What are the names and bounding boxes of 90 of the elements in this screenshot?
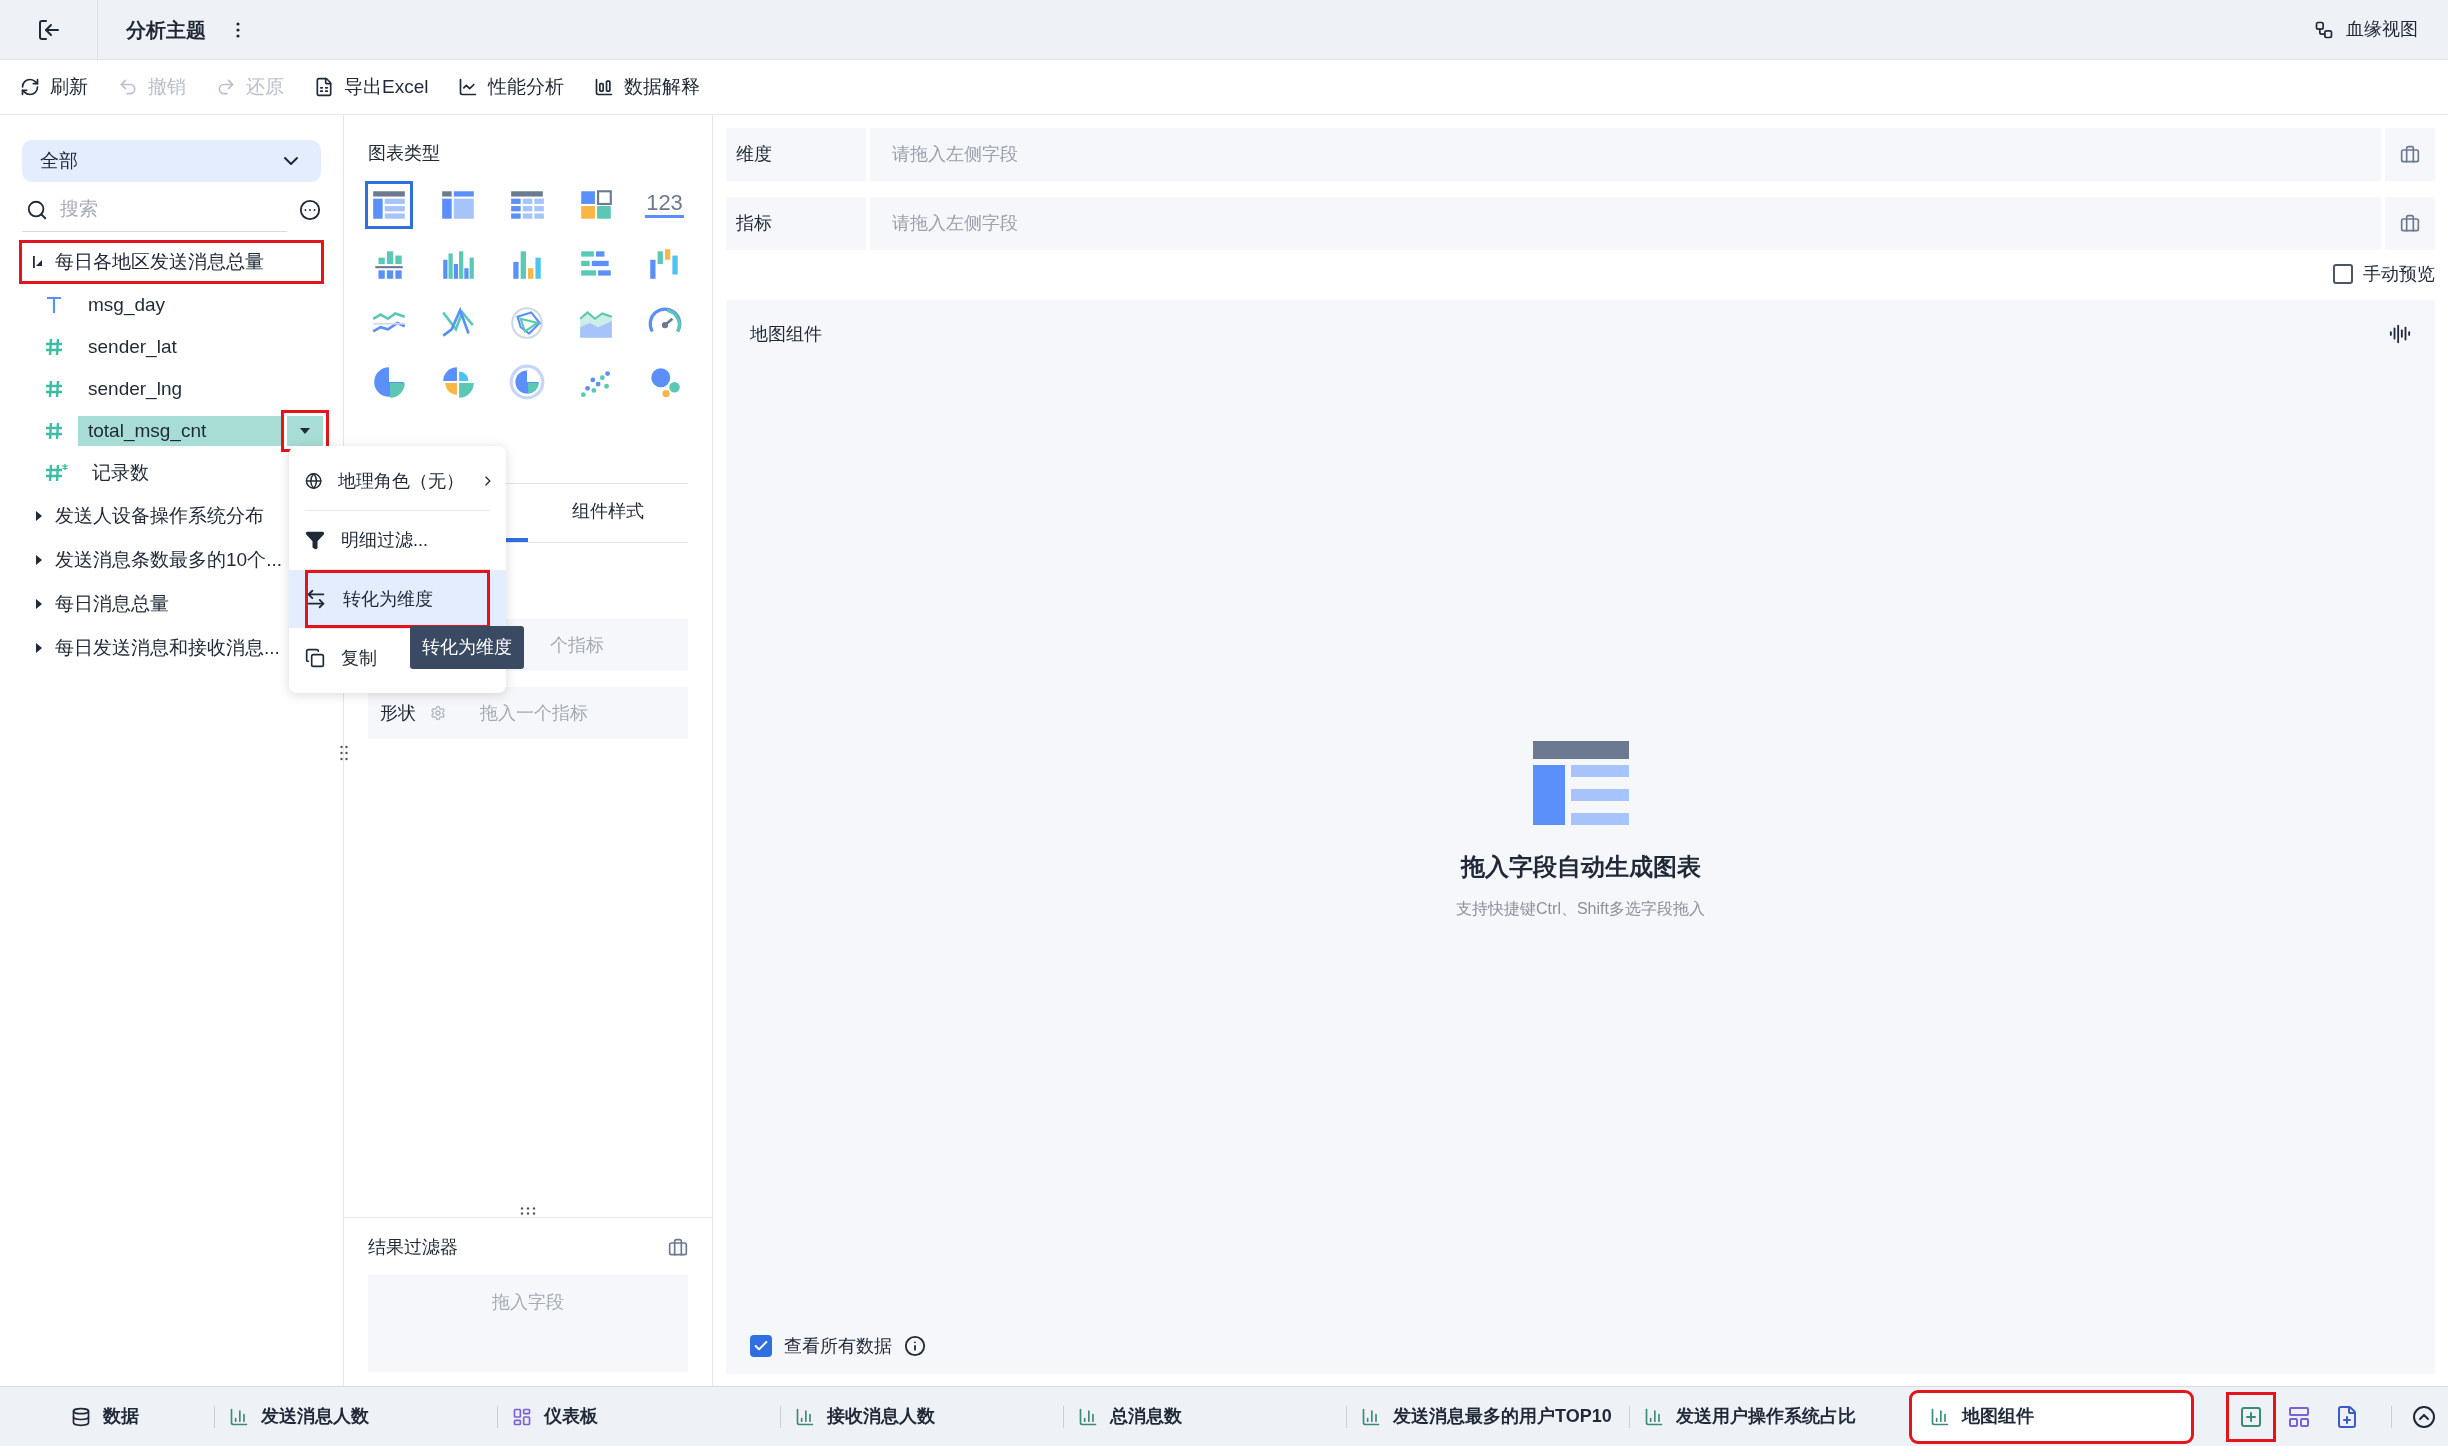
chart-type-button[interactable]: 123: [630, 175, 699, 234]
table-item[interactable]: 每日各地区发送消息总量: [55, 247, 264, 277]
settings-icon: [430, 705, 446, 721]
collapse-button[interactable]: [2412, 1404, 2436, 1429]
field-item[interactable]: total_msg_cnt: [78, 416, 283, 446]
toolbar-button[interactable]: 刷新: [20, 72, 88, 102]
globe-icon: [305, 470, 323, 492]
sheet-tab[interactable]: 仪表板: [512, 1387, 598, 1446]
ellipsis-icon: [299, 199, 321, 221]
menu-item[interactable]: 明细过滤...: [289, 511, 506, 569]
exit-icon: [36, 17, 61, 42]
undo-icon: [118, 77, 138, 97]
checkbox-label: 查看所有数据: [784, 1334, 892, 1358]
chart-icon: [1930, 1406, 1950, 1427]
checkbox[interactable]: [2333, 264, 2353, 284]
table-item[interactable]: 每日消息总量: [55, 589, 169, 619]
sheet-tab[interactable]: 数据: [71, 1387, 139, 1446]
number-type-icon: [44, 337, 64, 357]
more-button[interactable]: [236, 21, 240, 38]
lineage-button[interactable]: 血缘视图: [2314, 16, 2418, 43]
resize-handle[interactable]: [520, 1207, 536, 1215]
add-chart-icon: [2239, 1404, 2263, 1429]
briefcase-icon: [668, 1237, 688, 1258]
chart-icon: [1644, 1406, 1664, 1427]
checkbox[interactable]: [750, 1335, 772, 1357]
chart-icon: [1078, 1406, 1098, 1427]
scope-dropdown[interactable]: 全部: [22, 140, 321, 182]
swap-icon: [305, 588, 327, 610]
bar-chart-icon: [594, 77, 615, 97]
chevron-up-icon: [2412, 1404, 2436, 1429]
shelf-tool-button[interactable]: [2385, 128, 2435, 181]
field-item[interactable]: sender_lng: [78, 374, 327, 404]
dashboard-icon: [512, 1406, 532, 1427]
lineage-icon: [2314, 19, 2334, 40]
toolbar-button[interactable]: 导出Excel: [314, 72, 429, 102]
kebab-icon: [236, 21, 240, 38]
resize-handle[interactable]: [338, 745, 350, 761]
info-icon: [904, 1335, 926, 1357]
search-field[interactable]: 搜索: [60, 195, 210, 224]
add-dashboard-icon: [2287, 1404, 2311, 1429]
more-options-button[interactable]: [299, 199, 321, 221]
number-type-icon: [44, 379, 64, 399]
panel-title: 图表类型: [368, 142, 441, 165]
mark-drop-row[interactable]: 形状 拖入一个指标: [368, 687, 688, 739]
sheet-tab[interactable]: 发送消息人数: [229, 1387, 369, 1446]
sheet-tab[interactable]: 发送用户操作系统占比: [1644, 1387, 1856, 1446]
caret-icon: [300, 428, 310, 434]
checkbox-label: 手动预览: [2363, 262, 2435, 286]
field-item[interactable]: msg_day: [78, 290, 327, 320]
sheet-tab[interactable]: 发送消息最多的用户TOP10: [1361, 1387, 1612, 1446]
chart-settings-icon: [2389, 323, 2411, 345]
text-type-icon: [44, 295, 64, 315]
search-icon: [26, 198, 48, 221]
shelf-label: 指标: [726, 197, 866, 250]
toolbar-button[interactable]: 数据解释: [594, 72, 701, 102]
line-chart-icon: [458, 77, 479, 97]
sheet-tab[interactable]: 地图组件: [1912, 1392, 2191, 1441]
shelf-tool-button[interactable]: [2385, 197, 2435, 250]
refresh-icon: [20, 77, 40, 97]
redo-icon: [216, 77, 236, 97]
table-item[interactable]: 每日发送消息和接收消息...: [55, 633, 280, 663]
chart-icon: [1361, 1406, 1381, 1427]
panel-tab[interactable]: 组件样式: [528, 484, 688, 542]
ring-chart-icon: [507, 362, 546, 401]
filter-icon: [305, 530, 325, 550]
sheet-tab[interactable]: 接收消息人数: [795, 1387, 935, 1446]
chart-icon: [795, 1406, 815, 1427]
add-button[interactable]: [2229, 1394, 2273, 1439]
tooltip: 转化为维度: [410, 626, 524, 669]
field-item[interactable]: sender_lat: [78, 332, 327, 362]
menu-item[interactable]: 地理角色（无）: [289, 452, 506, 510]
empty-title: 拖入字段自动生成图表: [1460, 852, 1701, 882]
empty-hint: 支持快捷键Ctrl、Shift多选字段拖入: [1456, 899, 1705, 919]
shelf-label: 维度: [726, 128, 866, 181]
count-type-icon: [44, 463, 68, 483]
spreadsheet-icon: [314, 77, 334, 97]
table-item[interactable]: 发送人设备操作系统分布: [55, 501, 264, 531]
chart-title: 地图组件: [750, 322, 822, 346]
database-icon: [71, 1406, 91, 1427]
page-title: 分析主题: [126, 17, 206, 43]
briefcase-icon: [2400, 213, 2420, 234]
table-item[interactable]: 发送消息条数最多的10个...: [55, 545, 282, 575]
number-type-icon: [44, 421, 64, 441]
briefcase-icon: [2400, 144, 2420, 165]
add-report-icon: [2335, 1404, 2359, 1429]
section-title: 结果过滤器: [368, 1236, 458, 1259]
chart-icon: [229, 1406, 249, 1427]
toolbar-button[interactable]: 性能分析: [458, 72, 565, 102]
copy-icon: [305, 648, 325, 668]
sheet-tab[interactable]: 总消息数: [1078, 1387, 1182, 1446]
